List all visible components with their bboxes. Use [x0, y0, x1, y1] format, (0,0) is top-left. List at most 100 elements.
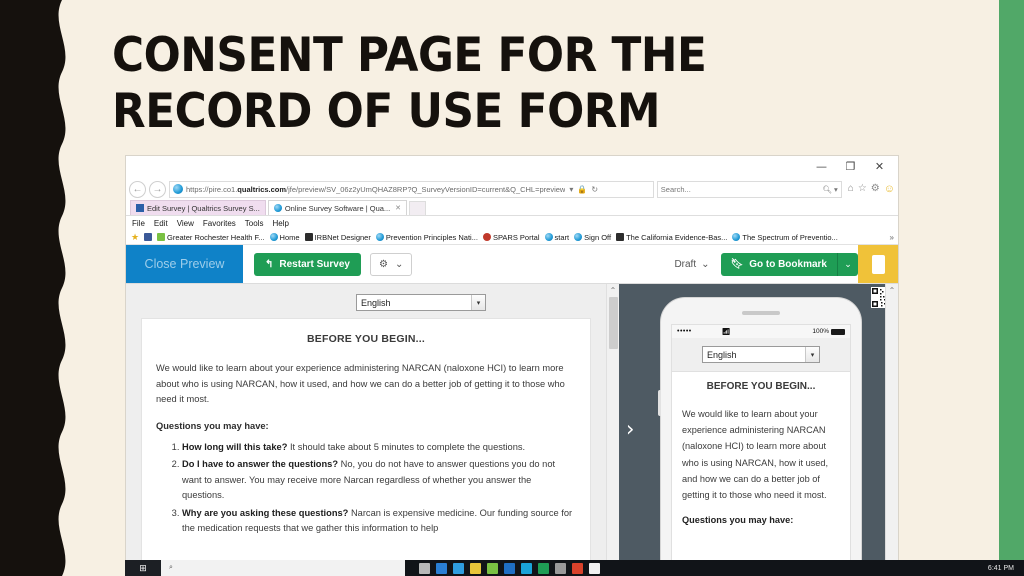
- chevron-down-icon: ⌄: [701, 258, 710, 270]
- favorites-overflow-icon[interactable]: »: [890, 233, 898, 242]
- favorite-greater-rochester[interactable]: Greater Rochester Health F...: [157, 233, 265, 242]
- menu-edit[interactable]: Edit: [154, 219, 168, 228]
- new-tab-button[interactable]: [409, 201, 427, 215]
- smiley-icon[interactable]: ☺: [884, 183, 895, 195]
- favorite-irbnet-designer[interactable]: IRBNet Designer: [304, 232, 371, 242]
- bookmark-dropdown-chevron-icon[interactable]: ⌄: [837, 252, 858, 276]
- desktop-preview-pane: English ▾ BEFORE YOU BEGIN... We would l…: [126, 284, 606, 564]
- windows-start-icon[interactable]: ⊞: [125, 560, 161, 576]
- add-favorite-star-icon[interactable]: ★: [131, 233, 139, 242]
- favorite-home[interactable]: Home: [269, 233, 300, 242]
- forward-icon[interactable]: →: [149, 180, 166, 198]
- taskbar-icon[interactable]: [521, 562, 532, 574]
- windows-taskbar: ⊞ ⌕ 6:41 PM: [125, 560, 1024, 576]
- favorite-spars-portal[interactable]: SPARS Portal: [482, 232, 540, 242]
- tab-strip: Edit Survey | Qualtrics Survey S... Onli…: [126, 200, 898, 216]
- address-dropdown-icon[interactable]: ▾: [569, 185, 573, 194]
- preview-body: English ▾ BEFORE YOU BEGIN... We would l…: [126, 284, 898, 564]
- desktop-pane-scrollbar[interactable]: ⌃ ⌄: [606, 284, 619, 564]
- favorite-spectrum-prevention[interactable]: The Spectrum of Preventio...: [732, 233, 838, 242]
- taskbar-search-input[interactable]: ⌕: [161, 560, 405, 576]
- scroll-up-icon[interactable]: ⌃: [610, 286, 617, 295]
- draft-label: Draft: [674, 258, 697, 270]
- home-icon[interactable]: ⌂: [848, 184, 854, 194]
- qualtrics-toolbar: Close Preview ↰ Restart Survey ⚙ ⌄ Draft…: [126, 245, 898, 284]
- address-bar[interactable]: https://pire.co1.qualtrics.com/jfe/previ…: [169, 180, 654, 198]
- taskbar-icon[interactable]: [555, 562, 566, 574]
- undo-arrow-icon: ↰: [265, 258, 274, 270]
- menu-bar: File Edit View Favorites Tools Help: [126, 216, 898, 230]
- phone-mockup: ••••• 📶︎ 100% English ▾ BEFORE YOU BEGIN…: [658, 298, 861, 564]
- favorite-label: IRBNet Designer: [314, 232, 371, 242]
- close-preview-button[interactable]: Close Preview: [126, 245, 243, 283]
- menu-tools[interactable]: Tools: [245, 219, 264, 228]
- phone-survey-heading: BEFORE YOU BEGIN...: [706, 381, 816, 392]
- taskbar-icon[interactable]: [538, 562, 549, 574]
- address-bar-actions: ▾ 🔒 ↻: [565, 185, 598, 194]
- menu-view[interactable]: View: [177, 219, 194, 228]
- favorite-prevention-principles[interactable]: Prevention Principles Nati...: [375, 233, 478, 242]
- tools-gear-icon[interactable]: ⚙: [871, 184, 880, 194]
- phone-screen: ••••• 📶︎ 100% English ▾ BEFORE YOU BEGIN…: [671, 324, 851, 564]
- page-icon: [304, 233, 313, 241]
- phone-language-value: English: [707, 349, 737, 360]
- favorite-label: SPARS Portal: [492, 232, 540, 242]
- scroll-up-icon[interactable]: ⌃: [889, 286, 896, 295]
- refresh-icon[interactable]: ↻: [591, 185, 598, 194]
- favorites-star-icon[interactable]: ☆: [858, 184, 867, 194]
- tab-close-icon[interactable]: ✕: [395, 204, 401, 212]
- qualtrics-icon: [136, 204, 144, 212]
- search-input[interactable]: Search... 🔍︎ ▾: [656, 180, 842, 198]
- phone-survey-card: BEFORE YOU BEGIN... We would like to lea…: [672, 372, 850, 526]
- slide: Consent page for the record of use form …: [0, 0, 1024, 576]
- battery-icon: [831, 328, 845, 335]
- taskbar-icon[interactable]: [419, 562, 430, 574]
- bookmark-icon: 🔖︎: [730, 258, 744, 270]
- phone-survey-intro: We would like to learn about your experi…: [682, 409, 829, 501]
- menu-help[interactable]: Help: [272, 219, 288, 228]
- go-to-bookmark-label: Go to Bookmark: [749, 258, 827, 270]
- page-title: Consent page for the record of use form: [112, 28, 707, 139]
- mobile-preview-pane: › ••••• 📶︎ 100% English ▾ BEFORE YOU BEG…: [619, 284, 898, 564]
- draft-dropdown[interactable]: Draft ⌄: [674, 259, 709, 270]
- tab-online-survey-software[interactable]: Online Survey Software | Qua... ✕: [267, 200, 408, 215]
- search-icon: ⌕: [169, 564, 173, 571]
- menu-favorites[interactable]: Favorites: [203, 219, 236, 228]
- go-to-bookmark-button[interactable]: 🔖︎ Go to Bookmark: [720, 252, 837, 276]
- taskbar-icon[interactable]: [487, 562, 498, 574]
- favorite-california-evidence[interactable]: The California Evidence-Bas...: [616, 233, 727, 242]
- maximize-icon[interactable]: ❐: [836, 157, 865, 175]
- taskbar-icon[interactable]: [453, 562, 464, 574]
- next-page-chevron-icon[interactable]: ›: [626, 417, 634, 441]
- taskbar-icon[interactable]: [572, 562, 583, 574]
- favorites-bar: ★ Greater Rochester Health F... Home IRB…: [126, 230, 898, 245]
- battery-indicator: 100%: [812, 328, 845, 335]
- tab-edit-survey[interactable]: Edit Survey | Qualtrics Survey S...: [130, 200, 266, 215]
- survey-settings-button[interactable]: ⚙ ⌄: [369, 252, 413, 276]
- taskbar-icon[interactable]: [504, 562, 515, 574]
- favorite-sign-off[interactable]: Sign Off: [574, 233, 611, 242]
- taskbar-icon[interactable]: [436, 562, 447, 574]
- phone-language-select[interactable]: English ▾: [702, 346, 820, 363]
- back-icon[interactable]: ←: [129, 180, 146, 198]
- ie-icon: [375, 233, 384, 241]
- minimize-icon[interactable]: —: [807, 157, 836, 175]
- close-icon[interactable]: ✕: [865, 157, 894, 175]
- mobile-preview-toggle[interactable]: [858, 245, 898, 283]
- taskbar-clock[interactable]: 6:41 PM: [988, 565, 1024, 572]
- chevron-down-icon: ▾: [471, 295, 485, 310]
- favorite-start[interactable]: start: [544, 233, 569, 242]
- mobile-pane-scrollbar[interactable]: ⌃ ⌄: [885, 284, 898, 564]
- taskbar-icon[interactable]: [589, 562, 600, 574]
- page-icon: [616, 233, 625, 241]
- restart-survey-button[interactable]: ↰ Restart Survey: [254, 252, 361, 276]
- language-select[interactable]: English ▾: [356, 294, 486, 311]
- right-accent-bar: [999, 0, 1024, 576]
- phone-language-row: English ▾: [672, 338, 850, 372]
- menu-file[interactable]: File: [132, 219, 145, 228]
- window-controls: — ❐ ✕: [807, 157, 894, 175]
- facebook-icon[interactable]: [144, 233, 152, 241]
- taskbar-icon[interactable]: [470, 562, 481, 574]
- scrollbar-thumb[interactable]: [608, 297, 618, 349]
- survey-card: BEFORE YOU BEGIN... We would like to lea…: [141, 318, 591, 561]
